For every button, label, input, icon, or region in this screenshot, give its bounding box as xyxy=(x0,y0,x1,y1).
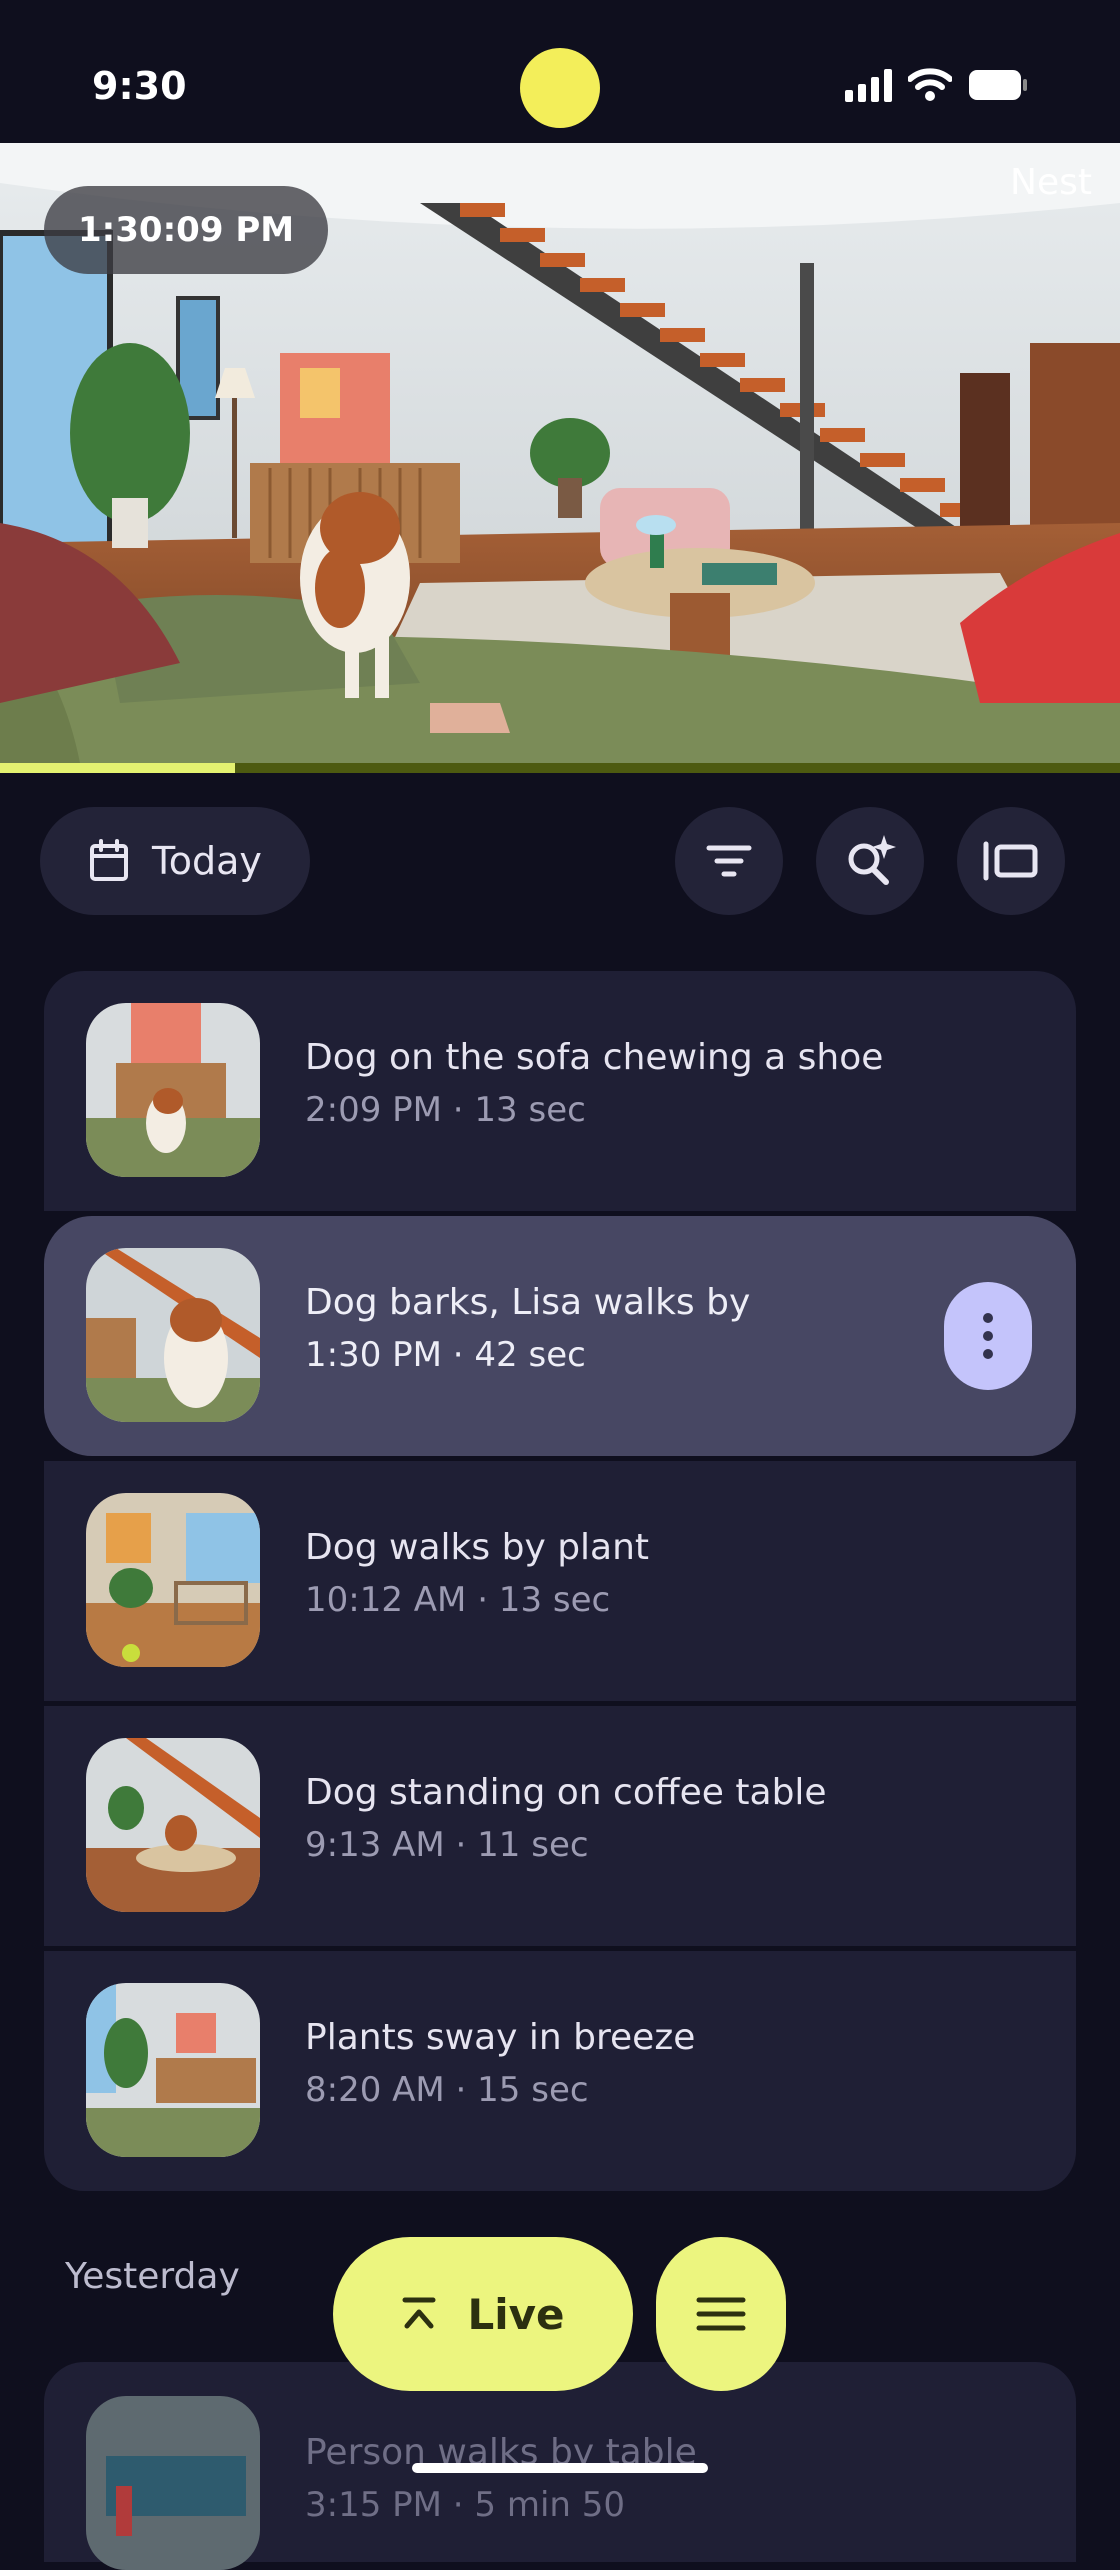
event-thumbnail xyxy=(86,1003,260,1177)
event-list-today: Dog on the sofa chewing a shoe 2:09 PM ·… xyxy=(44,971,1076,2191)
event-meta: 2:09 PM · 13 sec xyxy=(305,1090,586,1130)
event-title: Dog barks, Lisa walks by xyxy=(305,1282,751,1323)
hamburger-menu-icon xyxy=(696,2297,746,2331)
timeline-view-icon xyxy=(983,841,1038,881)
event-thumbnail xyxy=(86,1983,260,2157)
filter-button[interactable] xyxy=(675,807,783,915)
more-options-button[interactable] xyxy=(944,1282,1032,1390)
status-icons xyxy=(845,68,1028,102)
status-bar: 9:30 xyxy=(0,0,1120,143)
event-thumbnail xyxy=(86,1248,260,1422)
date-chip-label: Today xyxy=(152,839,262,883)
event-title: Dog on the sofa chewing a shoe xyxy=(305,1037,884,1078)
event-thumbnail xyxy=(86,2396,260,2570)
battery-icon xyxy=(969,70,1027,100)
front-camera-indicator xyxy=(520,48,600,128)
cellular-signal-icon xyxy=(845,68,892,102)
view-toggle-button[interactable] xyxy=(957,807,1065,915)
wifi-icon xyxy=(908,68,952,101)
list-item[interactable]: Person walks by table 3:15 PM · 5 min 50 xyxy=(44,2362,1076,2570)
event-thumbnail xyxy=(86,1493,260,1667)
filter-icon xyxy=(706,845,752,877)
section-header-yesterday: Yesterday xyxy=(65,2256,240,2297)
collapse-up-icon xyxy=(402,2297,436,2329)
event-meta: 1:30 PM · 42 sec xyxy=(305,1335,586,1375)
ai-search-button[interactable] xyxy=(816,807,924,915)
event-meta: 10:12 AM · 13 sec xyxy=(305,1580,611,1620)
event-thumbnail xyxy=(86,1738,260,1912)
event-meta: 3:15 PM · 5 min 50 xyxy=(305,2485,626,2525)
event-title: Dog walks by plant xyxy=(305,1527,650,1568)
event-meta: 8:20 AM · 15 sec xyxy=(305,2070,589,2110)
live-button[interactable]: Live xyxy=(333,2237,633,2391)
live-label: Live xyxy=(467,2289,565,2339)
playback-progress-fill xyxy=(0,763,236,773)
list-item-selected[interactable]: Dog barks, Lisa walks by 1:30 PM · 42 se… xyxy=(44,1216,1076,1456)
nest-logo: Nest xyxy=(1010,162,1092,203)
playback-progress-bar[interactable] xyxy=(0,763,1120,773)
more-vert-icon xyxy=(983,1313,993,1323)
status-time: 9:30 xyxy=(92,64,187,108)
date-picker-chip[interactable]: Today xyxy=(40,807,310,915)
list-item[interactable]: Plants sway in breeze 8:20 AM · 15 sec xyxy=(44,1951,1076,2191)
list-item[interactable]: Dog standing on coffee table 9:13 AM · 1… xyxy=(44,1706,1076,1946)
home-indicator[interactable] xyxy=(412,2463,708,2473)
sparkle-search-icon xyxy=(848,835,896,885)
event-meta: 9:13 AM · 11 sec xyxy=(305,1825,589,1865)
calendar-icon xyxy=(90,839,128,881)
list-item[interactable]: Dog on the sofa chewing a shoe 2:09 PM ·… xyxy=(44,971,1076,1211)
feed-timestamp: 1:30:09 PM xyxy=(44,186,329,274)
event-title: Dog standing on coffee table xyxy=(305,1772,827,1813)
menu-button[interactable] xyxy=(656,2237,786,2391)
event-title: Plants sway in breeze xyxy=(305,2017,696,2058)
list-item[interactable]: Dog walks by plant 10:12 AM · 13 sec xyxy=(44,1461,1076,1701)
